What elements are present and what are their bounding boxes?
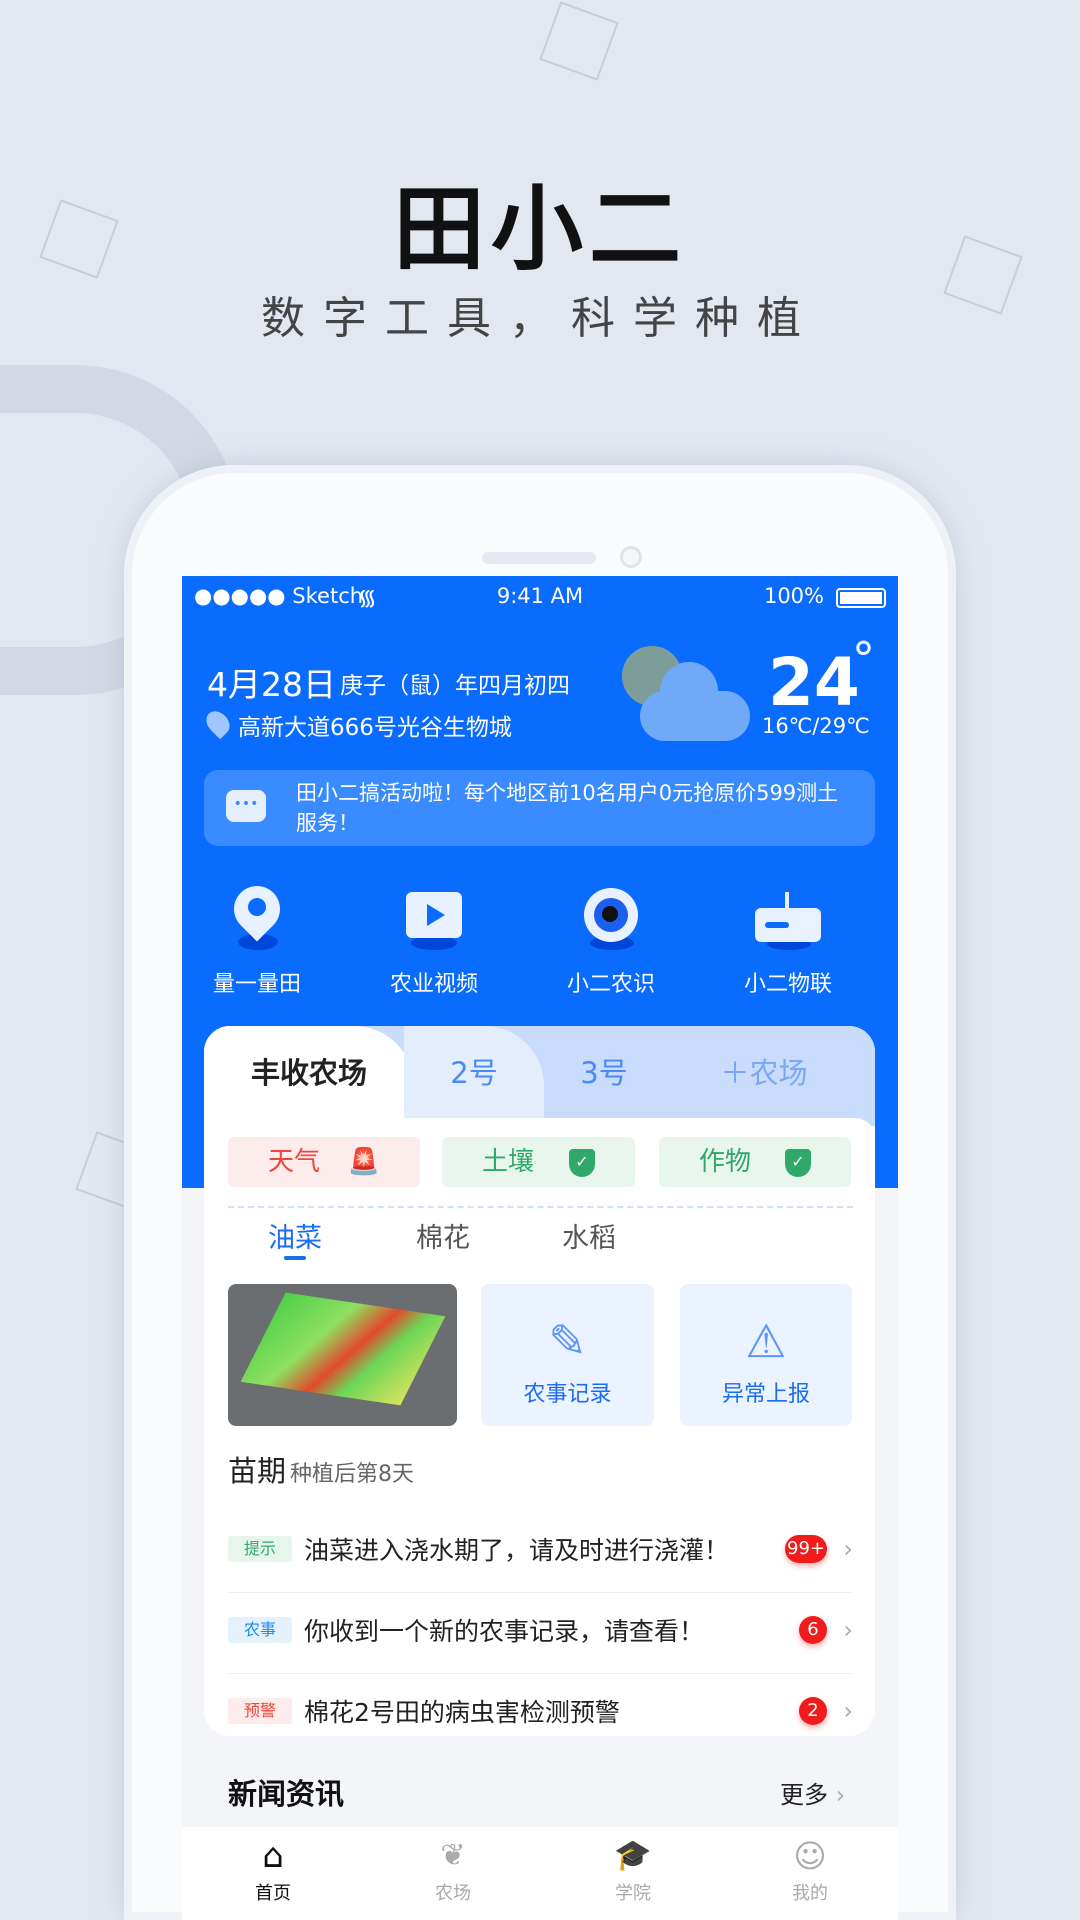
crop-tab[interactable]: 棉花	[416, 1216, 470, 1255]
quick-label: 小二物联	[743, 972, 832, 997]
count-badge: 6	[799, 1616, 827, 1644]
growth-days: 种植后第8天	[290, 1462, 414, 1487]
farm-tab-active[interactable]: 丰收农场	[204, 1026, 414, 1126]
graduation-cap-icon: 🎓	[614, 1838, 652, 1873]
news-more-link[interactable]: 更多 ›	[780, 1775, 845, 1810]
address: 高新大道666号光谷生物城	[238, 715, 512, 741]
phone-speaker	[482, 552, 596, 564]
bottom-tab-bar: ⌂ 首页 ❦ 农场 🎓 学院 ☺ 我的	[182, 1827, 898, 1920]
farm-tab-2[interactable]: 2号	[404, 1026, 544, 1126]
chevron-right-icon: ›	[843, 1616, 853, 1644]
message-icon: •••	[226, 790, 266, 822]
news-title: 新闻资讯	[228, 1777, 345, 1811]
quick-agri-video[interactable]: 农业视频	[359, 886, 509, 998]
video-play-icon	[401, 886, 467, 952]
app-screen: ●●●●● Sketch ᯾ 9:41 AM 100% 4月28日 庚子（鼠）年…	[182, 576, 898, 1920]
tab-label: 农场	[435, 1883, 471, 1904]
tab-farm[interactable]: ❦ 农场	[393, 1827, 513, 1905]
home-icon: ⌂	[262, 1836, 284, 1876]
chip-soil[interactable]: 土壤 ✓	[442, 1137, 635, 1187]
tag-farm: 农事	[228, 1617, 292, 1643]
tab-home[interactable]: ⌂ 首页	[213, 1827, 333, 1905]
quick-iot[interactable]: 小二物联	[713, 886, 863, 998]
date: 4月28日	[207, 665, 336, 704]
status-bar: ●●●●● Sketch ᯾ 9:41 AM 100%	[194, 584, 886, 614]
tag-tip: 提示	[228, 1536, 292, 1562]
shield-check-icon: ✓	[569, 1149, 595, 1177]
location-pin-icon	[224, 876, 290, 952]
divider	[228, 1206, 853, 1208]
battery-icon	[836, 588, 886, 608]
temperature: 24	[768, 644, 860, 721]
message-text: 油菜进入浇水期了，请及时进行浇灌！	[304, 1536, 730, 1565]
shield-check-icon: ✓	[785, 1149, 811, 1177]
chip-label: 土壤	[482, 1147, 535, 1177]
partly-cloudy-icon	[622, 646, 752, 746]
farm-card: 丰收农场 2号 3号 ＋农场 天气 🚨 土壤 ✓ 作物 ✓ 油菜 棉花 水稻 ✎ 农事…	[204, 1026, 875, 1736]
promo-title: 田小二	[392, 176, 687, 283]
message-row[interactable]: 农事 你收到一个新的农事记录，请查看！ 6 ›	[228, 1594, 853, 1674]
quick-measure-field[interactable]: 量一量田	[182, 876, 332, 998]
tab-label: 学院	[615, 1883, 651, 1904]
message-row[interactable]: 预警 棉花2号田的病虫害检测预警 2 ›	[228, 1675, 853, 1736]
card-body-top	[204, 1118, 875, 1138]
router-icon	[755, 886, 821, 952]
temperature-range: 16℃/29℃	[762, 714, 870, 738]
tab-academy[interactable]: 🎓 学院	[573, 1827, 693, 1905]
warning-icon: ⚠	[745, 1314, 787, 1368]
crop-tab[interactable]: 水稻	[562, 1216, 616, 1255]
pencil-icon: ✎	[548, 1314, 587, 1368]
notice-banner[interactable]: ••• 田小二搞活动啦！每个地区前10名用户0元抢原价599测土服务！	[204, 770, 875, 846]
phone-camera	[620, 546, 642, 568]
crop-tab-active[interactable]: 油菜	[268, 1216, 322, 1255]
message-row[interactable]: 提示 油菜进入浇水期了，请及时进行浇灌！ 99+ ›	[228, 1513, 853, 1593]
count-badge: 2	[799, 1697, 827, 1725]
add-farm-tab[interactable]: ＋农场	[664, 1026, 864, 1126]
battery-percent: 100%	[763, 584, 824, 608]
degree-symbol: °	[852, 632, 875, 686]
message-text: 棉花2号田的病虫害检测预警	[304, 1698, 620, 1727]
chip-label: 作物	[699, 1147, 752, 1177]
tile-label: 农事记录	[523, 1382, 612, 1407]
quick-label: 农业视频	[389, 972, 478, 997]
field-ndvi-map[interactable]	[228, 1284, 457, 1426]
chip-weather[interactable]: 天气 🚨	[228, 1137, 420, 1187]
quick-knowledge[interactable]: 小二农识	[536, 886, 686, 998]
eye-icon	[578, 886, 644, 952]
alarm-light-icon: 🚨	[347, 1147, 380, 1177]
sprout-icon: ❦	[440, 1838, 466, 1873]
notice-text: 田小二搞活动啦！每个地区前10名用户0元抢原价599测土服务！	[296, 781, 839, 835]
lunar-date: 庚子（鼠）年四月初四	[340, 673, 570, 699]
farm-tab-3[interactable]: 3号	[544, 1026, 664, 1126]
chip-label: 天气	[268, 1147, 321, 1177]
tab-mine[interactable]: ☺ 我的	[750, 1827, 870, 1905]
quick-label: 量一量田	[212, 972, 301, 997]
report-anomaly-button[interactable]: ⚠ 异常上报	[680, 1284, 852, 1426]
smiley-user-icon: ☺	[793, 1837, 827, 1875]
promo-subtitle: 数字工具，科学种植	[261, 293, 819, 344]
growth-stage: 苗期	[228, 1454, 287, 1488]
decor-cube	[539, 1, 619, 81]
tag-alert: 预警	[228, 1698, 292, 1724]
tile-label: 异常上报	[721, 1382, 810, 1407]
tab-label: 首页	[255, 1883, 291, 1904]
chevron-right-icon: ›	[835, 1781, 846, 1809]
more-label: 更多	[780, 1781, 828, 1809]
chevron-right-icon: ›	[843, 1697, 853, 1725]
quick-label: 小二农识	[566, 972, 655, 997]
chevron-right-icon: ›	[843, 1535, 853, 1563]
tab-label: 我的	[792, 1883, 828, 1904]
message-text: 你收到一个新的农事记录，请查看！	[304, 1617, 705, 1646]
active-tab-indicator	[284, 1256, 306, 1260]
chip-crop[interactable]: 作物 ✓	[659, 1137, 851, 1187]
farm-record-button[interactable]: ✎ 农事记录	[481, 1284, 654, 1426]
count-badge: 99+	[785, 1535, 827, 1563]
